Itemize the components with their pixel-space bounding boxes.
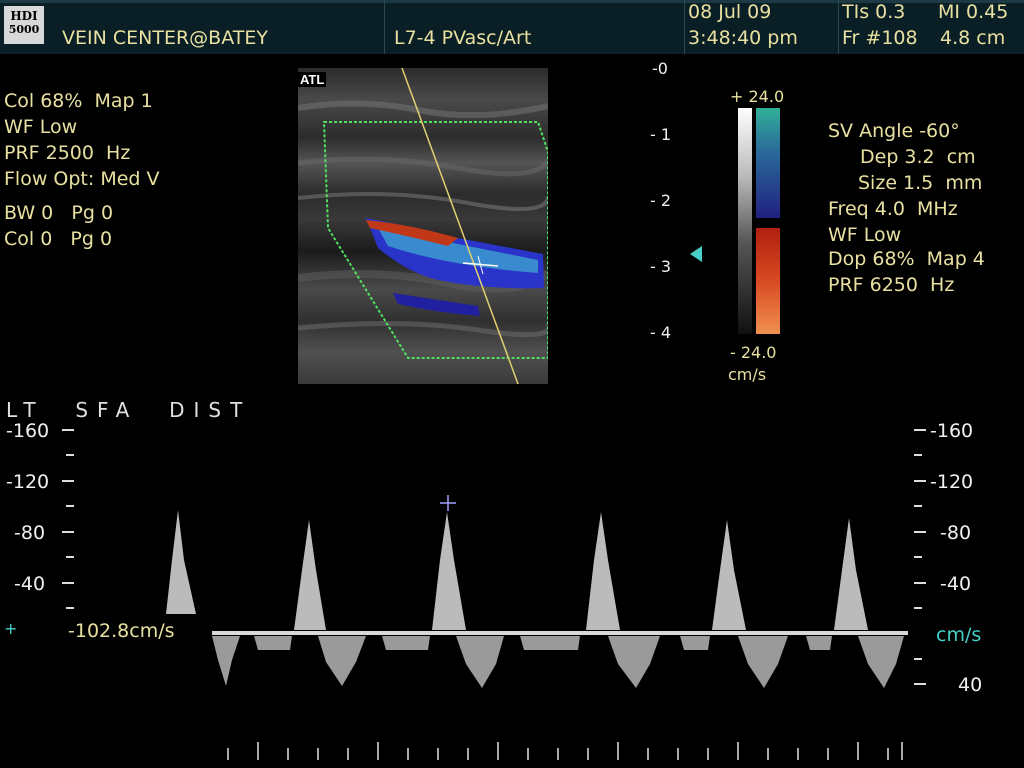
ultrasound-image[interactable]: ATL <box>298 68 548 384</box>
header-divider <box>838 0 839 54</box>
vessel-label: LT SFA DIST <box>6 398 252 422</box>
exam-time: 3:48:40 pm <box>688 27 798 49</box>
right-scale-40: -40 <box>940 573 972 595</box>
depth-label-0: -0 <box>652 59 668 78</box>
right-scale-ticks <box>914 429 926 685</box>
header-bar: HDI 5000 VEIN CENTER@BATEY L7-4 PVasc/Ar… <box>0 0 1024 54</box>
spectral-reverse-flow <box>212 636 904 688</box>
tis-value: TIs 0.3 <box>842 1 906 23</box>
col-param: Col 0 Pg 0 <box>4 228 113 250</box>
color-bar-baseline <box>756 218 780 228</box>
measurement-marker-icon: + <box>4 619 18 638</box>
sv-size-param: Size 1.5 mm <box>858 172 983 194</box>
color-bar-negative <box>756 108 780 218</box>
grayscale-bar <box>738 108 752 334</box>
depth-value: 4.8 cm <box>940 27 1006 49</box>
velocity-measurement: -102.8cm/s <box>68 620 175 642</box>
hdi-logo: HDI 5000 <box>4 6 44 44</box>
transducer-label: L7-4 PVasc/Art <box>394 27 532 49</box>
depth-label-1: - 1 <box>650 125 672 144</box>
left-scale-80: -80 <box>14 522 46 544</box>
wall-filter-param: WF Low <box>4 116 78 138</box>
doppler-prf-param: PRF 6250 Hz <box>828 274 955 296</box>
peak-caliper-icon[interactable] <box>440 495 456 511</box>
logo-line2: 5000 <box>8 23 40 36</box>
right-scale-120: -120 <box>930 471 974 493</box>
mi-value: MI 0.45 <box>938 1 1009 23</box>
bw-param: BW 0 Pg 0 <box>4 202 114 224</box>
spectral-waveform <box>166 510 868 630</box>
focus-marker-icon[interactable] <box>688 244 708 264</box>
colorbar-min: - 24.0 <box>730 343 777 362</box>
time-scale-ticks <box>227 742 903 760</box>
frame-number: Fr #108 <box>842 27 918 49</box>
color-bar-positive <box>756 228 780 334</box>
depth-label-2: - 2 <box>650 191 672 210</box>
left-scale-120: -120 <box>6 471 50 493</box>
doppler-wf-param: WF Low <box>828 224 902 246</box>
header-divider <box>384 0 385 54</box>
exam-date: 08 Jul 09 <box>688 1 772 23</box>
depth-label-4: - 4 <box>650 323 672 342</box>
color-gain-param: Col 68% Map 1 <box>4 90 153 112</box>
sv-depth-param: Dep 3.2 cm <box>860 146 976 168</box>
colorbar-unit: cm/s <box>728 365 767 384</box>
prf-param: PRF 2500 Hz <box>4 142 131 164</box>
right-scale-unit: cm/s <box>936 624 982 646</box>
right-scale-40-positive: 40 <box>958 674 983 696</box>
header-divider <box>684 0 685 54</box>
right-scale-160: -160 <box>930 420 974 442</box>
left-scale-40: -40 <box>14 573 46 595</box>
vessel-flow-deep <box>393 293 480 316</box>
left-scale-ticks <box>62 429 74 609</box>
logo-line1: HDI <box>10 9 38 23</box>
flow-opt-param: Flow Opt: Med V <box>4 168 160 190</box>
depth-label-3: - 3 <box>650 257 672 276</box>
left-scale-160: -160 <box>6 420 50 442</box>
sv-angle-param: SV Angle -60° <box>828 120 960 142</box>
doppler-gain-param: Dop 68% Map 4 <box>828 248 985 270</box>
institution-label: VEIN CENTER@BATEY <box>62 27 268 49</box>
right-scale-80: -80 <box>940 522 972 544</box>
image-overlay <box>298 68 548 384</box>
colorbar-max: + 24.0 <box>730 87 785 106</box>
freq-param: Freq 4.0 MHz <box>828 198 958 220</box>
